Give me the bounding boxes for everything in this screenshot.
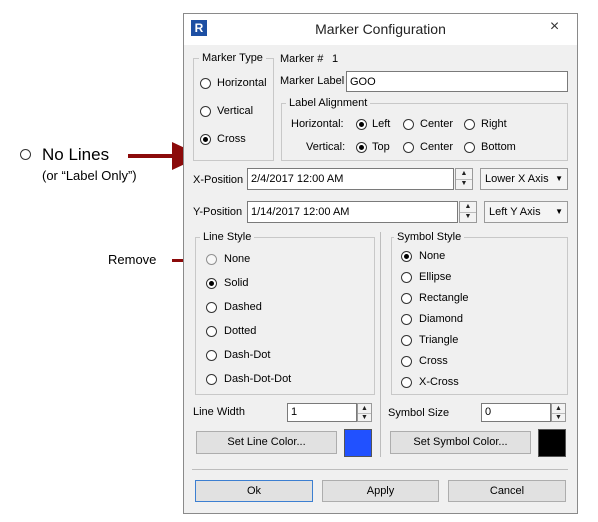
label-alignment-label: Label Alignment — [286, 97, 371, 109]
align-left-label[interactable]: Left — [372, 118, 390, 130]
symbol-diamond-label[interactable]: Diamond — [419, 313, 463, 325]
button-separator — [192, 469, 568, 470]
close-button[interactable]: × — [541, 16, 568, 38]
set-line-color-button[interactable]: Set Line Color... — [196, 431, 337, 454]
symbol-style-group — [391, 237, 568, 395]
align-top-radio[interactable] — [356, 142, 367, 153]
annotation-no-lines: No Lines — [42, 145, 110, 164]
marker-number-label: Marker # — [280, 53, 324, 65]
align-bottom-radio[interactable] — [464, 142, 475, 153]
symbol-rectangle-radio[interactable] — [401, 293, 412, 304]
marker-type-horizontal-radio[interactable] — [200, 78, 211, 89]
vertical-alignment-label: Vertical: — [306, 141, 346, 153]
symbol-cross-radio[interactable] — [401, 356, 412, 367]
annotation-remove: Remove — [108, 252, 157, 267]
y-position-input[interactable]: 1/14/2017 12:00 AM — [247, 201, 458, 223]
cancel-button[interactable]: Cancel — [448, 480, 566, 502]
line-style-dashed-radio[interactable] — [206, 302, 217, 313]
marker-type-label: Marker Type — [199, 52, 266, 64]
symbol-size-label: Symbol Size — [388, 407, 450, 419]
symbol-ellipse-label[interactable]: Ellipse — [419, 271, 451, 283]
marker-type-vertical-radio[interactable] — [200, 106, 211, 117]
line-style-dash-dot-dot-label[interactable]: Dash-Dot-Dot — [224, 373, 291, 385]
align-h-center-radio[interactable] — [403, 119, 414, 130]
symbol-triangle-label[interactable]: Triangle — [419, 334, 458, 346]
line-style-solid-radio[interactable] — [206, 278, 217, 289]
line-style-none-label[interactable]: None — [224, 253, 250, 265]
line-width-spinner[interactable]: ▲ ▼ — [357, 403, 372, 422]
symbol-rectangle-label[interactable]: Rectangle — [419, 292, 469, 304]
marker-type-cross-label[interactable]: Cross — [217, 133, 246, 145]
spin-down-icon[interactable]: ▼ — [552, 413, 565, 422]
x-axis-select[interactable]: Lower X Axis ▼ — [480, 168, 568, 190]
y-position-spinner[interactable]: ▲ ▼ — [459, 201, 477, 223]
line-style-group — [195, 237, 375, 395]
symbol-none-label[interactable]: None — [419, 250, 445, 262]
symbol-size-input[interactable]: 0 — [481, 403, 551, 422]
set-symbol-color-button[interactable]: Set Symbol Color... — [390, 431, 531, 454]
x-position-input[interactable]: 2/4/2017 12:00 AM — [247, 168, 454, 190]
ok-button[interactable]: Ok — [195, 480, 313, 502]
annotation-label-only: (or “Label Only”) — [42, 168, 137, 183]
marker-type-vertical-label[interactable]: Vertical — [217, 105, 253, 117]
chevron-down-icon: ▼ — [555, 174, 563, 183]
marker-label-caption: Marker Label — [280, 75, 345, 87]
x-position-spinner[interactable]: ▲ ▼ — [455, 168, 473, 190]
spin-down-icon[interactable]: ▼ — [456, 179, 472, 189]
align-right-radio[interactable] — [464, 119, 475, 130]
symbol-ellipse-radio[interactable] — [401, 272, 412, 283]
annotation-radio-icon — [20, 149, 31, 160]
symbol-triangle-radio[interactable] — [401, 335, 412, 346]
spin-down-icon[interactable]: ▼ — [358, 413, 371, 422]
annotation-arrow-icon — [128, 154, 174, 158]
symbol-cross-label[interactable]: Cross — [419, 355, 448, 367]
horizontal-alignment-label: Horizontal: — [291, 118, 344, 130]
line-width-input[interactable]: 1 — [287, 403, 357, 422]
symbol-none-radio[interactable] — [401, 251, 412, 262]
line-style-solid-label[interactable]: Solid — [224, 277, 248, 289]
symbol-x-cross-radio[interactable] — [401, 377, 412, 388]
line-style-dash-dot-label[interactable]: Dash-Dot — [224, 349, 270, 361]
symbol-diamond-radio[interactable] — [401, 314, 412, 325]
dialog-title: Marker Configuration — [315, 21, 446, 37]
symbol-style-label: Symbol Style — [394, 231, 465, 243]
x-position-label: X-Position — [193, 174, 244, 186]
align-left-radio[interactable] — [356, 119, 367, 130]
align-top-label[interactable]: Top — [372, 141, 390, 153]
line-width-label: Line Width — [193, 406, 245, 418]
symbol-color-swatch[interactable] — [538, 429, 566, 457]
marker-number-value: 1 — [332, 53, 339, 65]
marker-type-horizontal-label[interactable]: Horizontal — [217, 77, 267, 89]
align-right-label[interactable]: Right — [481, 118, 507, 130]
align-v-center-label[interactable]: Center — [420, 141, 453, 153]
chevron-down-icon: ▼ — [555, 207, 563, 216]
line-style-dash-dot-dot-radio[interactable] — [206, 374, 217, 385]
marker-type-cross-radio[interactable] — [200, 134, 211, 145]
y-axis-select[interactable]: Left Y Axis ▼ — [484, 201, 568, 223]
align-bottom-label[interactable]: Bottom — [481, 141, 516, 153]
line-style-dotted-radio[interactable] — [206, 326, 217, 337]
x-axis-value: Lower X Axis — [485, 173, 549, 185]
vertical-divider — [380, 232, 381, 457]
symbol-x-cross-label[interactable]: X-Cross — [419, 376, 459, 388]
line-style-dash-dot-radio[interactable] — [206, 350, 217, 361]
y-position-label: Y-Position — [193, 206, 243, 218]
align-v-center-radio[interactable] — [403, 142, 414, 153]
y-axis-value: Left Y Axis — [489, 206, 541, 218]
line-style-dotted-label[interactable]: Dotted — [224, 325, 256, 337]
line-style-dashed-label[interactable]: Dashed — [224, 301, 262, 313]
align-h-center-label[interactable]: Center — [420, 118, 453, 130]
line-style-none-radio[interactable] — [206, 254, 217, 265]
marker-label-input[interactable]: GOO — [346, 71, 568, 92]
line-color-swatch[interactable] — [344, 429, 372, 457]
spin-down-icon[interactable]: ▼ — [460, 212, 476, 222]
symbol-size-spinner[interactable]: ▲ ▼ — [551, 403, 566, 422]
line-style-label: Line Style — [200, 231, 255, 243]
apply-button[interactable]: Apply — [322, 480, 439, 502]
